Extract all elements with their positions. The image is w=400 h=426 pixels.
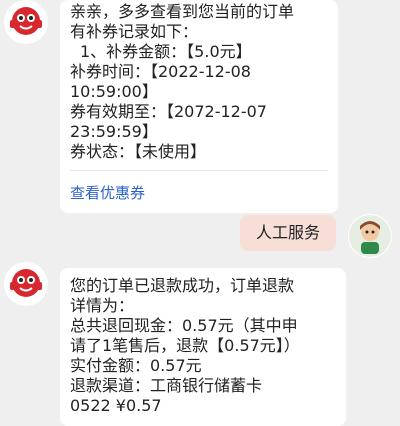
message-line: 请了1笔售后，退款【0.57元】）: [70, 336, 300, 355]
message-bubble-bot-refund: 您的订单已退款成功，订单退款 详情为： 总共退回现金：0.57元（其中申 请了1…: [60, 268, 346, 426]
message-bubble-user: 人工服务: [240, 215, 336, 251]
message-bubble-bot-coupon: 亲亲，多多查看到您当前的订单 有补券记录如下： 1、补券金额：【5.0元】 补券…: [60, 0, 338, 213]
message-line: 10:59:00】: [70, 82, 158, 101]
bot-avatar-icon: [4, 0, 48, 44]
message-line: 实付金额：0.57元: [70, 356, 202, 375]
message-text: 人工服务: [255, 223, 320, 242]
view-coupon-link[interactable]: 查看优惠券: [70, 171, 328, 203]
message-line: 券状态：【未使用】: [70, 142, 207, 161]
message-line: 有补券记录如下：: [70, 22, 199, 41]
message-line: 您的订单已退款成功，订单退款: [70, 276, 295, 295]
user-avatar-icon: [348, 214, 392, 258]
message-line: 0522 ¥0.57: [70, 396, 162, 415]
message-line: 亲亲，多多查看到您当前的订单: [70, 2, 295, 21]
message-line: 券有效期至：【2072-12-07: [70, 102, 267, 121]
message-line: 1、补券金额：【5.0元】: [80, 42, 252, 61]
message-line: 退款渠道：工商银行储蓄卡: [70, 376, 263, 395]
message-line: 补券时间：【2022-12-08: [70, 62, 251, 81]
bot-avatar-icon: [4, 262, 48, 306]
message-line: 总共退回现金：0.57元（其中申: [70, 316, 298, 335]
message-line: 详情为：: [70, 296, 135, 315]
message-line: 23:59:59】: [70, 122, 158, 141]
